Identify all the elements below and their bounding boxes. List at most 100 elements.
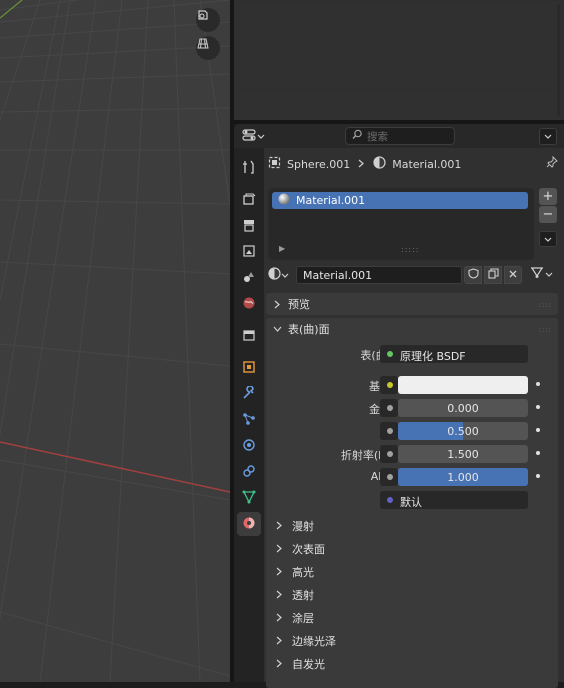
surface-panel-header[interactable]: 表(曲)面 :::: <box>266 318 558 340</box>
outliner-area[interactable] <box>234 0 564 120</box>
chevron-down-icon <box>257 130 265 143</box>
list-resize-grip[interactable]: ::::: <box>401 245 419 254</box>
subpanel-label: 透射 <box>292 588 314 602</box>
surface-shader-value: 原理化 BSDF <box>400 350 466 363</box>
subpanel-label: 漫射 <box>292 519 314 533</box>
scrollbar[interactable] <box>557 4 560 116</box>
tab-collection[interactable] <box>237 324 261 348</box>
keyframe-dot-icon[interactable] <box>536 428 540 432</box>
search-placeholder: 搜索 <box>367 130 388 143</box>
keyframe-dot-icon[interactable] <box>536 405 540 409</box>
tab-physics[interactable] <box>237 434 261 458</box>
constraints-icon <box>242 464 256 481</box>
chevron-right-icon <box>274 521 284 530</box>
node-tree-dropdown[interactable] <box>530 265 556 283</box>
tab-scene[interactable] <box>237 266 261 290</box>
alpha-value: 1.000 <box>447 470 479 484</box>
roughness-slider[interactable]: 0.500 <box>398 422 528 440</box>
chevron-down-icon <box>545 268 553 281</box>
tab-material[interactable] <box>237 512 261 536</box>
ior-field[interactable]: 1.500 <box>398 445 528 463</box>
subpanel-emission[interactable]: 自发光 <box>266 652 558 675</box>
alpha-row: Alpha 1.000 <box>266 467 558 487</box>
viewport-grid <box>0 0 230 682</box>
remove-slot-button[interactable]: − <box>539 206 557 223</box>
surface-shader-selector[interactable]: 原理化 BSDF <box>380 345 528 363</box>
panel-drag-grip[interactable]: :::: <box>539 301 552 309</box>
fake-user-button[interactable] <box>464 266 482 284</box>
pin-icon[interactable] <box>546 155 558 171</box>
duplicate-material-button[interactable] <box>484 266 502 284</box>
metallic-socket[interactable] <box>380 399 398 417</box>
panel-drag-grip[interactable]: :::: <box>539 326 552 334</box>
properties-tabs <box>234 148 264 682</box>
tab-constraints[interactable] <box>237 460 261 484</box>
breadcrumb-material: Material.001 <box>392 157 462 171</box>
tab-modifier[interactable] <box>237 382 261 406</box>
unlink-material-button[interactable] <box>504 266 522 284</box>
tab-render[interactable] <box>237 188 261 212</box>
chevron-down-icon <box>544 130 552 143</box>
keyframe-dot-icon[interactable] <box>536 451 540 455</box>
material-slot-item[interactable]: Material.001 <box>272 192 528 209</box>
alpha-slider[interactable]: 1.000 <box>398 468 528 486</box>
roughness-row: 糙度 0.500 <box>266 421 558 441</box>
search-icon <box>352 129 363 143</box>
browse-material-dropdown[interactable] <box>268 266 294 284</box>
chevron-right-icon <box>274 544 284 553</box>
material-slot-label: Material.001 <box>296 194 366 207</box>
slot-specials-dropdown[interactable] <box>539 231 557 247</box>
search-input[interactable]: 搜索 <box>345 127 455 145</box>
chevron-right-icon <box>274 659 284 668</box>
toggle-ortho-button[interactable] <box>196 36 220 60</box>
keyframe-dot-icon[interactable] <box>536 474 540 478</box>
chevron-down-icon <box>272 326 282 333</box>
subpanel-specular[interactable]: 高光 <box>266 560 558 583</box>
material-sphere-icon <box>373 156 386 172</box>
tab-world[interactable] <box>237 292 261 316</box>
metallic-slider[interactable]: 0.000 <box>398 399 528 417</box>
subpanel-coat[interactable]: 涂层 <box>266 606 558 629</box>
tab-object[interactable] <box>237 356 261 380</box>
tab-output[interactable] <box>237 214 261 238</box>
subpanel-transmission[interactable]: 透射 <box>266 583 558 606</box>
subpanel-diffuse[interactable]: 漫射 <box>266 514 558 537</box>
subpanel-sheen[interactable]: 边缘光泽 <box>266 629 558 652</box>
tab-view-layer[interactable] <box>237 240 261 264</box>
object-icon <box>242 360 256 377</box>
slot-side-buttons: + − <box>539 188 559 247</box>
subpanel-subsurface[interactable]: 次表面 <box>266 537 558 560</box>
breadcrumb-object: Sphere.001 <box>287 157 351 171</box>
roughness-socket[interactable] <box>380 422 398 440</box>
base-color-socket[interactable] <box>380 376 398 394</box>
keyframe-dot-icon[interactable] <box>536 382 540 386</box>
tab-object-data[interactable] <box>237 486 261 510</box>
material-datablock: Material.001 <box>268 265 560 285</box>
normal-input-selector[interactable]: 默认 <box>380 491 528 509</box>
expand-filter-icon[interactable]: ▶ <box>279 244 285 253</box>
3d-viewport[interactable] <box>0 0 230 682</box>
collection-icon <box>242 328 256 345</box>
value-socket-icon <box>387 405 393 411</box>
material-name-field[interactable]: Material.001 <box>296 266 462 284</box>
preview-panel[interactable]: 预览 :::: <box>266 293 558 315</box>
base-color-row: 基础色 <box>266 375 558 395</box>
material-icon <box>242 516 256 533</box>
base-color-swatch[interactable] <box>398 376 528 394</box>
header-options-dropdown[interactable] <box>539 128 557 145</box>
editor-type-dropdown[interactable] <box>242 128 268 145</box>
modifier-icon <box>242 384 256 403</box>
add-slot-button[interactable]: + <box>539 188 557 205</box>
tab-particles[interactable] <box>237 408 261 432</box>
tab-tool[interactable] <box>237 156 261 180</box>
material-slot-list[interactable]: Material.001 ▶ ::::: <box>268 188 534 260</box>
node-tree-icon <box>530 266 544 282</box>
value-socket-icon <box>387 474 393 480</box>
vector-socket-icon <box>387 497 393 503</box>
ior-socket[interactable] <box>380 445 398 463</box>
toggle-camera-view-button[interactable] <box>196 8 220 32</box>
preview-panel-header[interactable]: 预览 :::: <box>266 293 558 315</box>
scene-icon <box>242 270 256 287</box>
alpha-socket[interactable] <box>380 468 398 486</box>
mesh-object-icon <box>268 156 281 172</box>
